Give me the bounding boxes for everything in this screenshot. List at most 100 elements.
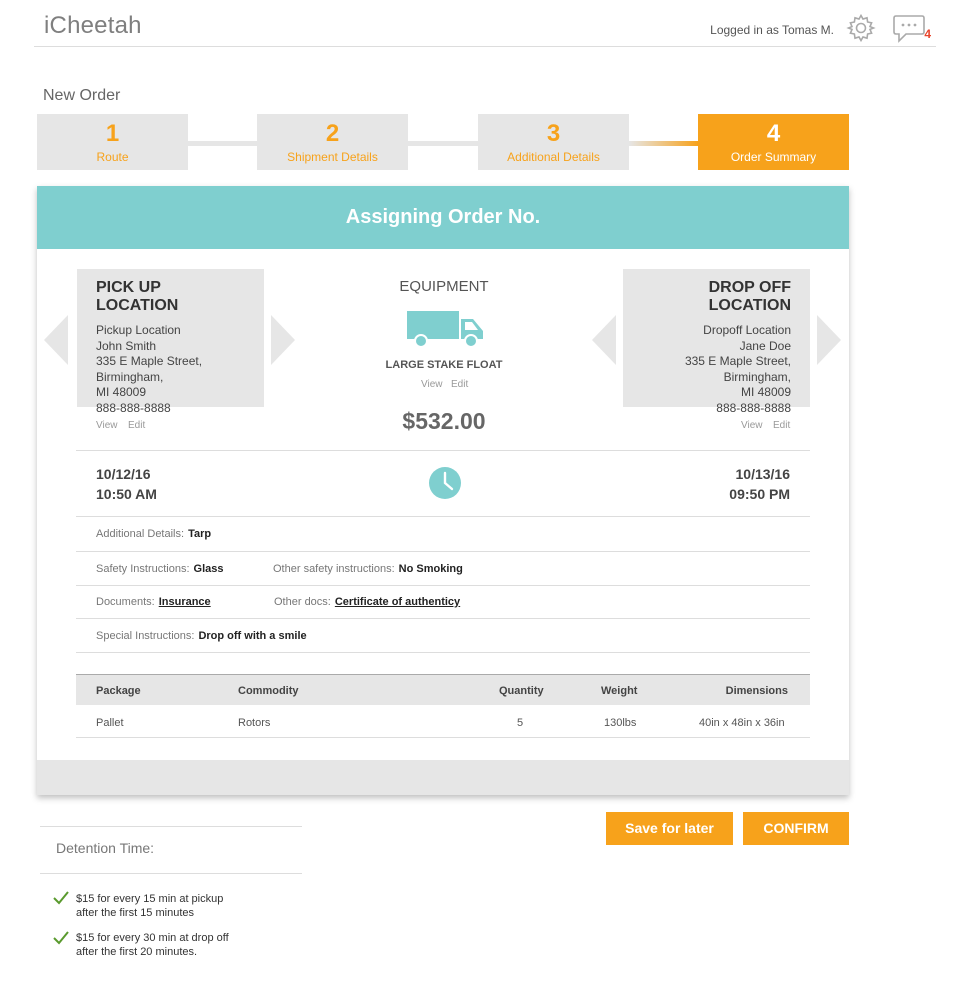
package-table-header: Package Commodity Quantity Weight Dimens…	[76, 674, 810, 705]
dropoff-next-arrow-icon[interactable]	[817, 315, 841, 365]
pickup-line: Pickup Location	[96, 323, 181, 337]
dropoff-line: 888-888-8888	[716, 400, 791, 415]
cell-weight: 130lbs	[604, 717, 637, 729]
detention-note-line: $15 for every 30 min at drop off	[76, 932, 229, 944]
dropoff-edit-link[interactable]: Edit	[773, 420, 790, 431]
divider	[76, 618, 810, 619]
dropoff-prev-arrow-icon[interactable]	[592, 315, 616, 365]
detention-time-label: Detention Time:	[56, 840, 155, 856]
divider	[76, 551, 810, 552]
app-header: iCheetah Logged in as Tomas M. 4	[34, 0, 936, 47]
pickup-view-link[interactable]: View	[96, 420, 118, 431]
divider	[76, 516, 810, 517]
pickup-line: John Smith	[96, 338, 157, 353]
dropoff-title: DROP OFF LOCATION	[708, 279, 791, 314]
cell-quantity: 5	[517, 717, 524, 729]
dropoff-line: Birmingham,	[723, 369, 791, 384]
detention-note-line: after the first 15 minutes	[76, 906, 194, 919]
pickup-time: 10:50 AM	[96, 486, 157, 502]
column-header-commodity: Commodity	[238, 685, 299, 697]
step-number: 4	[766, 120, 781, 147]
step-number: 2	[325, 120, 340, 147]
cell-package: Pallet	[96, 717, 124, 729]
card-header: Assigning Order No.	[37, 186, 849, 249]
additional-details-value: Tarp	[188, 528, 212, 540]
divider	[76, 652, 810, 653]
other-safety-row: Other safety instructions: No Smoking	[273, 563, 463, 575]
card-footer	[37, 760, 849, 795]
safety-instructions-value: Glass	[193, 563, 224, 575]
documents-link[interactable]: Insurance	[159, 596, 211, 608]
message-count-badge: 4	[924, 27, 931, 41]
dropoff-line: 335 E Maple Street,	[684, 354, 791, 369]
pickup-date: 10/12/16	[96, 466, 151, 482]
dropoff-time: 09:50 PM	[729, 486, 790, 502]
step-label: Shipment Details	[287, 150, 378, 164]
gear-icon[interactable]	[846, 13, 876, 43]
step-connector	[188, 141, 258, 146]
divider	[76, 585, 810, 586]
pickup-line: 888-888-8888	[96, 400, 171, 415]
dropoff-location-box: DROP OFF LOCATION Dropoff Location Jane …	[623, 269, 810, 415]
documents-label: Documents:	[96, 596, 155, 608]
detention-time-box: Detention Time:	[40, 826, 302, 874]
other-docs-row: Other docs: Certificate of authenticy	[274, 596, 460, 608]
pickup-title: PICK UP LOCATION	[96, 279, 179, 314]
pickup-prev-arrow-icon[interactable]	[44, 315, 68, 365]
dropoff-datetime: 10/13/16 09:50 PM	[690, 464, 790, 504]
additional-details-row: Additional Details: Tarp	[96, 528, 211, 540]
pickup-line: Birmingham,	[96, 369, 164, 384]
other-docs-link[interactable]: Certificate of authenticy	[335, 596, 460, 608]
check-icon	[53, 891, 69, 905]
detention-note-line: $15 for every 15 min at pickup	[76, 893, 224, 905]
step-number: 1	[105, 120, 120, 147]
step-connector	[629, 141, 698, 146]
dropoff-view-link[interactable]: View	[741, 420, 763, 431]
divider	[76, 737, 810, 738]
order-price: $532.00	[402, 408, 486, 434]
step-additional-details[interactable]: 3 Additional Details	[478, 114, 629, 170]
pickup-datetime: 10/12/16 10:50 AM	[96, 464, 157, 504]
additional-details-label: Additional Details:	[96, 528, 185, 540]
special-instructions-label: Special Instructions:	[96, 630, 195, 642]
pickup-line: 335 E Maple Street,	[96, 354, 203, 369]
special-instructions-row: Special Instructions: Drop off with a smi…	[96, 630, 307, 642]
equipment-edit-link[interactable]: Edit	[451, 379, 468, 390]
cell-dimensions: 40in x 48in x 36in	[699, 717, 785, 729]
step-route[interactable]: 1 Route	[37, 114, 188, 170]
save-for-later-button[interactable]: Save for later	[606, 812, 733, 845]
page-title: New Order	[43, 87, 121, 104]
other-docs-label: Other docs:	[274, 596, 331, 608]
safety-instructions-row: Safety Instructions: Glass	[96, 563, 224, 575]
step-order-summary[interactable]: 4 Order Summary	[698, 114, 849, 170]
pickup-location-box: PICK UP LOCATION Pickup Location John Sm…	[77, 269, 264, 415]
logged-in-label: Logged in as Tomas M.	[710, 23, 834, 37]
divider	[76, 450, 810, 451]
detention-note: $15 for every 30 min at drop off after t…	[76, 932, 276, 959]
step-shipment-details[interactable]: 2 Shipment Details	[257, 114, 408, 170]
documents-row: Documents: Insurance	[96, 596, 211, 608]
dropoff-line: Dropoff Location	[703, 323, 791, 337]
step-number: 3	[546, 120, 561, 147]
chat-icon[interactable]	[892, 13, 926, 45]
column-header-weight: Weight	[601, 685, 638, 697]
pickup-next-arrow-icon[interactable]	[271, 315, 295, 365]
cell-commodity: Rotors	[238, 717, 271, 729]
safety-instructions-label: Safety Instructions:	[96, 563, 190, 575]
order-stepper: 1 Route 2 Shipment Details 3 Additional …	[37, 114, 849, 170]
pickup-edit-link[interactable]: Edit	[128, 420, 145, 431]
dropoff-line: Jane Doe	[739, 338, 791, 353]
app-logo[interactable]: iCheetah	[44, 12, 142, 40]
equipment-view-link[interactable]: View	[421, 379, 443, 390]
column-header-dimensions: Dimensions	[725, 685, 788, 697]
equipment-name: LARGE STAKE FLOAT	[385, 359, 503, 371]
confirm-button[interactable]: CONFIRM	[743, 812, 849, 845]
column-header-package: Package	[96, 685, 141, 697]
dropoff-line: MI 48009	[740, 385, 791, 400]
step-connector	[407, 141, 478, 146]
other-safety-value: No Smoking	[398, 563, 463, 575]
detention-note: $15 for every 15 min at pickup after the…	[76, 893, 276, 920]
equipment-title: EQUIPMENT	[399, 278, 489, 295]
step-label: Route	[96, 150, 129, 164]
pickup-line: MI 48009	[96, 385, 147, 400]
